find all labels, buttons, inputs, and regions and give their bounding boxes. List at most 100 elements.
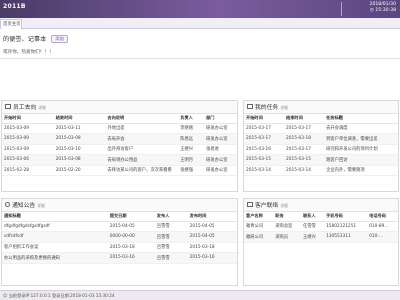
- cell: 010-89...: [367, 221, 398, 232]
- table-row[interactable]: 办公用品的采购及更换的通知 2015-03-16 吕雪雪 2015-03-16: [2, 252, 237, 264]
- header-time-value: 15:30:38: [375, 8, 396, 13]
- more-link[interactable]: 详细: [37, 203, 45, 208]
- cell: 吕雪雪: [154, 231, 188, 243]
- table-row[interactable]: 2015-03-16 2015-03-17 研究和开发公司的项目计划: [244, 144, 398, 155]
- panel-header: 通知公告 详细: [2, 199, 237, 212]
- staff-table: 开始时间 结束时间 去向说明 负责人 部门 2015-03-09 2015-03-…: [2, 114, 237, 176]
- table-row[interactable]: 2015-03-15 2015-03-15 跑客户回访: [244, 154, 398, 166]
- more-link[interactable]: 详细: [280, 105, 288, 110]
- cell: 陈易远: [178, 133, 205, 145]
- col-header: 开始时间: [2, 114, 54, 124]
- cell: 去局领办公用品: [105, 154, 179, 166]
- cell: dfgdfgdfgdsfgsdfgsdf: [2, 221, 108, 232]
- col-header: 结束时间: [284, 114, 325, 124]
- col-header: 结束时间: [53, 114, 106, 124]
- table-row[interactable]: 2015-02-28 2015-02-20 去拜访某公司的客户，次次来看看 张继强 研发…: [2, 165, 237, 176]
- cell: 采购总监: [273, 221, 301, 232]
- panel-title: 客户联络: [255, 203, 279, 209]
- table-row[interactable]: 雅青公司 采购总监 任雪雪 15802121251 010-89...: [244, 221, 398, 232]
- cell: 2015-03-08: [53, 154, 106, 166]
- clients-table: 客户名称 职务 联系人 手机号码 电话号码 雅青公司 采购总监 任雪雪 1580212…: [244, 212, 398, 243]
- table-row[interactable]: 客户组织工作会议 2015-03-18 吕雪雪 2015-03-18: [2, 242, 237, 253]
- cell: 130553311: [324, 231, 368, 243]
- welcome-heading: 的便签、记事本 添加: [3, 34, 68, 43]
- col-header: 通知标题: [2, 212, 108, 222]
- cell: 出外拜访客户: [105, 144, 179, 155]
- cell: 2015-03-11: [53, 123, 106, 134]
- cell: 研发办公室: [204, 154, 237, 166]
- cell: 张继强: [178, 165, 205, 176]
- cell: 15802121251: [324, 221, 368, 232]
- cell: 王继兴: [300, 231, 325, 243]
- more-link[interactable]: 详细: [280, 203, 288, 208]
- cell: 2015-04-05: [187, 221, 237, 232]
- col-header: 开始时间: [244, 114, 285, 124]
- user-icon: ☺: [3, 293, 8, 298]
- cell: 2015-03-17: [284, 123, 325, 134]
- table-row[interactable]: sdfsdfsdf 0000-00-00 吕雪雪 2015-04-05: [2, 231, 237, 243]
- cell: 研发办公室: [204, 123, 237, 134]
- header-time: ◷ 15:30:38: [369, 8, 396, 13]
- col-header: 去向说明: [105, 114, 179, 124]
- col-header: 发布时间: [187, 212, 237, 222]
- panel-header: 我的任务 详细: [244, 101, 398, 114]
- cell: 李继刚: [178, 123, 205, 134]
- table-row[interactable]: 2015-03-14 2015-03-14 企业内外，需要跑项: [244, 165, 398, 176]
- cell: 研发办公室: [204, 165, 237, 176]
- col-header: 电话号码: [367, 212, 398, 222]
- cell: 2015-03-09: [2, 133, 54, 145]
- col-header: 职务: [273, 212, 301, 222]
- table-row[interactable]: 2015-03-17 2015-03-18 到客户单位调查，需要出差: [244, 133, 398, 145]
- my-tasks-panel: 我的任务 详细 开始时间 结束时间 任务标题 2015-03-17 2015-03-…: [243, 100, 399, 192]
- tasks-table: 开始时间 结束时间 任务标题 2015-03-17 2015-03-17 去开会调度…: [244, 114, 398, 176]
- more-link[interactable]: 详细: [38, 105, 46, 110]
- cell: 2015-03-18: [107, 242, 155, 253]
- table-row[interactable]: 2015-03-09 2015-03-10 出外拜访客户 王继兴 张易进: [2, 144, 237, 155]
- cell: 到客户单位调查，需要出差: [324, 133, 398, 145]
- cell: 吕雪雪: [154, 252, 188, 264]
- cell: 2015-03-09: [2, 144, 54, 155]
- cell: 去拜访某公司的客户，次次来看看: [105, 165, 179, 176]
- cell: 2015-03-16: [107, 252, 155, 264]
- col-header: 提交日期: [107, 212, 155, 222]
- add-note-button[interactable]: 添加: [51, 35, 68, 43]
- tab-home[interactable]: 首页主页: [0, 19, 22, 29]
- section-divider: [0, 58, 400, 59]
- table-row[interactable]: 2015-03-06 2015-03-08 去局领办公用品 王明月 研发办公室: [2, 154, 237, 166]
- cell: 2015-03-09: [53, 133, 106, 145]
- cell: 研究和开发公司的项目计划: [324, 144, 398, 155]
- task-icon: [247, 104, 253, 109]
- cell: 王继兴: [178, 144, 205, 155]
- status-text: 当前登录IP:127.0.0.1 登录日期:2018-01-03 15:30:2…: [8, 293, 115, 298]
- contacts-icon: [247, 202, 253, 207]
- table-row[interactable]: dfgdfgdfgdsfgsdfgsdf 2015-04-05 吕雪雪 2015-04…: [2, 221, 237, 232]
- welcome-title: 的便签、记事本: [3, 36, 47, 43]
- table-row[interactable]: 雅研公司 采购员 王继兴 130553311 010-...: [244, 231, 398, 243]
- cell: 雅研公司: [244, 231, 274, 243]
- cell: 2015-03-18: [187, 242, 237, 253]
- panel-header: 员工去向 详细: [2, 101, 237, 114]
- panel-title: 员工去向: [13, 105, 37, 111]
- header-divider: [341, 2, 342, 16]
- table-row[interactable]: 2015-03-09 2015-03-11 外地出差 李继刚 研发办公室: [2, 123, 237, 134]
- status-bar: ☺ 当前登录IP:127.0.0.1 登录日期:2018-01-03 15:30…: [0, 290, 400, 300]
- cell: 2015-04-05: [187, 231, 237, 243]
- cell: 010-...: [367, 231, 398, 243]
- cell: 任雪雪: [300, 221, 325, 232]
- col-header: 客户名称: [244, 212, 274, 222]
- table-row[interactable]: 2015-03-09 2015-03-09 去局开会 陈易远 研发办公室: [2, 133, 237, 145]
- cell: 办公用品的采购及更换的通知: [2, 252, 108, 264]
- cell: 2015-03-06: [2, 154, 54, 166]
- cell: 王明月: [178, 154, 205, 166]
- cell: 2015-03-15: [284, 154, 325, 166]
- table-row[interactable]: 2015-03-17 2015-03-17 去开会调度: [244, 123, 398, 134]
- cell: 2015-03-15: [244, 154, 285, 166]
- cell: 2015-02-28: [2, 165, 54, 176]
- col-header: 负责人: [178, 114, 205, 124]
- col-header: 手机号码: [324, 212, 368, 222]
- header-clock: 2018/01/30 ◷ 15:30:38: [370, 2, 396, 14]
- cell: 采购员: [273, 231, 301, 243]
- cell: 2015-03-10: [53, 144, 106, 155]
- col-header: 联系人: [300, 212, 325, 222]
- cell: 2015-03-16: [187, 252, 237, 264]
